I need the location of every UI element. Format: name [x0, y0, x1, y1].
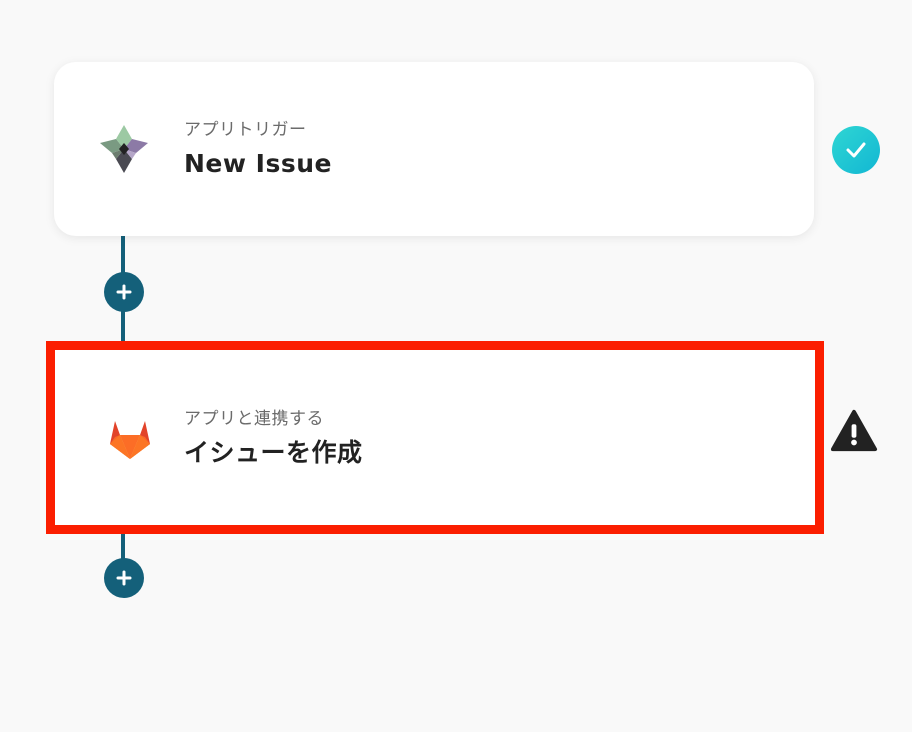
gitlab-icon — [102, 410, 158, 466]
warning-icon — [830, 407, 878, 455]
add-step-button[interactable] — [104, 558, 144, 598]
flow-step-text: アプリと連携する イシューを作成 — [184, 408, 363, 468]
flow-step-card-trigger[interactable]: アプリトリガー New Issue — [54, 62, 814, 236]
flow-step-card-action[interactable]: アプリと連携する イシューを作成 — [46, 341, 824, 534]
flow-canvas: アプリトリガー New Issue アプリと連携する イシューを作成 — [0, 0, 912, 732]
trigger-app-icon — [96, 121, 152, 177]
plus-icon — [116, 570, 132, 586]
plus-icon — [116, 284, 132, 300]
flow-step-text: アプリトリガー New Issue — [184, 119, 332, 179]
step-title: イシューを作成 — [184, 437, 363, 467]
step-type-label: アプリトリガー — [184, 120, 307, 140]
completed-check-icon — [832, 126, 880, 174]
add-step-button[interactable] — [104, 272, 144, 312]
step-type-label: アプリと連携する — [184, 408, 324, 429]
step-title: New Issue — [184, 149, 332, 178]
